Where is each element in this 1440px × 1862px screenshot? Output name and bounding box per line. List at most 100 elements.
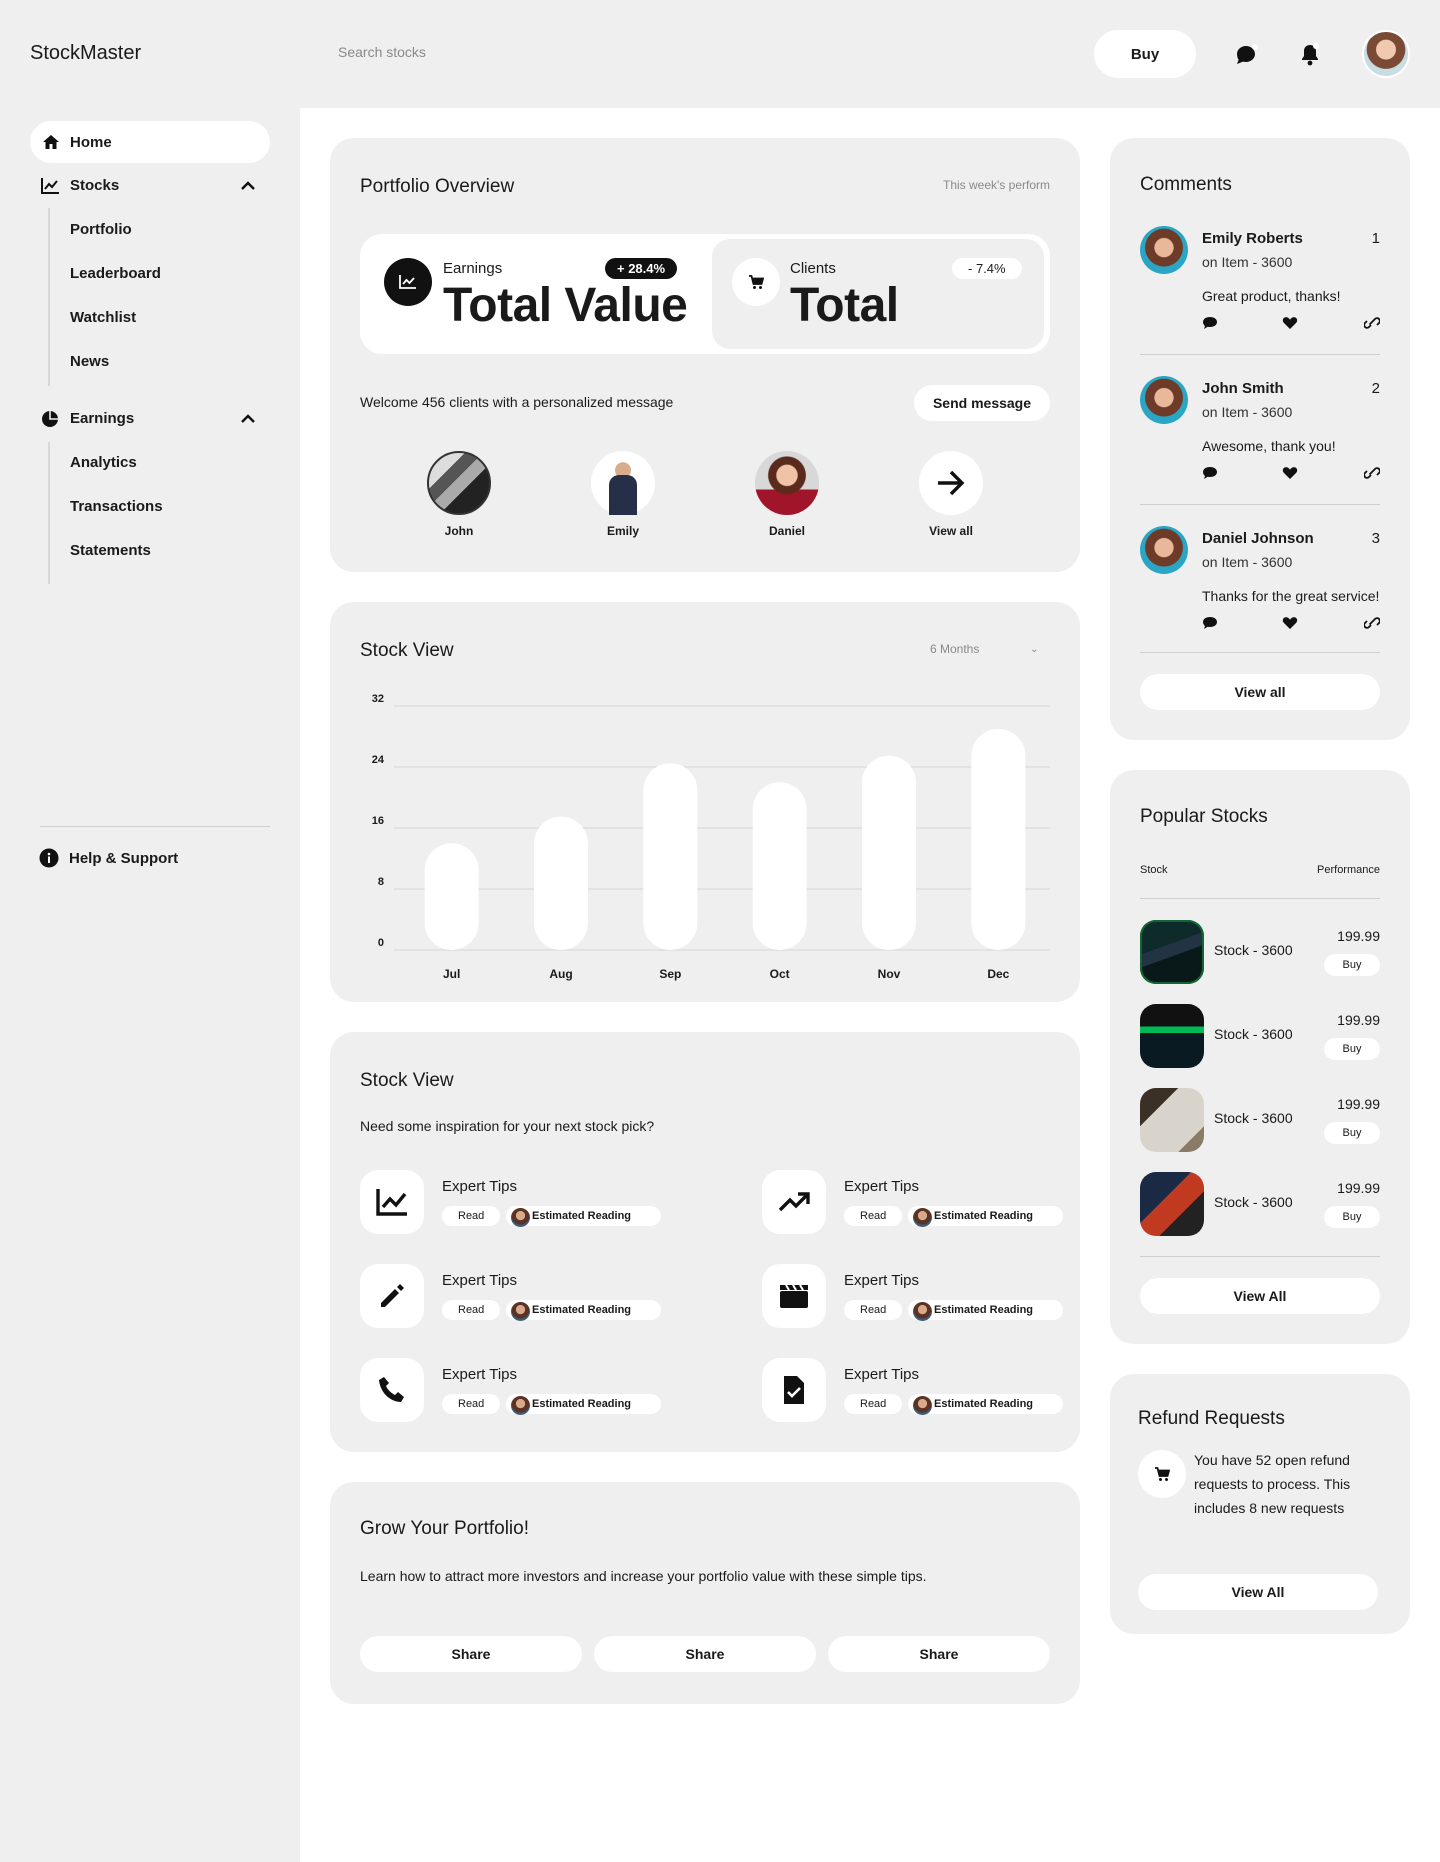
view-all-comments-button[interactable]: View all xyxy=(1140,674,1380,710)
table-divider xyxy=(1140,898,1380,899)
search-input[interactable] xyxy=(338,44,638,60)
client-daniel[interactable]: Daniel xyxy=(742,451,832,538)
commenter-name[interactable]: Emily Roberts xyxy=(1202,230,1303,247)
link-icon[interactable] xyxy=(1363,616,1381,635)
chat-icon[interactable] xyxy=(1233,42,1259,68)
comment-divider xyxy=(1140,652,1380,653)
read-tag[interactable]: Read xyxy=(442,1300,501,1320)
buy-button[interactable]: Buy xyxy=(1324,1206,1380,1228)
earnings-change-badge: + 28.4% xyxy=(605,258,678,279)
avatar xyxy=(511,1302,530,1321)
help-support-link[interactable]: Help & Support xyxy=(69,850,178,867)
card-title: Grow Your Portfolio! xyxy=(360,1518,529,1539)
link-icon[interactable] xyxy=(1363,316,1381,335)
stock-row[interactable]: Stock - 3600 199.99 Buy xyxy=(1140,1088,1380,1152)
range-select[interactable]: 6 Months xyxy=(930,642,979,656)
sidebar-item-portfolio[interactable]: Portfolio xyxy=(70,221,132,238)
client-john[interactable]: John xyxy=(414,451,504,538)
arrow-right-icon xyxy=(919,451,983,515)
commenter-name[interactable]: John Smith xyxy=(1202,380,1284,397)
heart-icon[interactable] xyxy=(1282,316,1298,335)
x-tick-label: Oct xyxy=(770,967,790,981)
client-emily[interactable]: Emily xyxy=(578,451,668,538)
buy-button[interactable]: Buy xyxy=(1324,954,1380,976)
share-button[interactable]: Share xyxy=(828,1636,1050,1672)
read-tag[interactable]: Read xyxy=(844,1394,903,1414)
chevron-up-icon[interactable] xyxy=(238,409,258,429)
avatar xyxy=(913,1396,932,1415)
comment-actions xyxy=(1202,466,1381,485)
tip-item[interactable]: Expert Tips Read Estimated Reading xyxy=(360,1264,662,1328)
stock-name: Stock - 3600 xyxy=(1214,942,1293,958)
brand-logo[interactable]: StockMaster xyxy=(30,42,141,65)
send-message-button[interactable]: Send message xyxy=(914,385,1050,421)
chevron-up-icon[interactable] xyxy=(238,176,258,196)
x-tick-label: Sep xyxy=(659,967,681,981)
stock-price: 199.99 xyxy=(1337,1096,1380,1112)
bar-chart: 0 8 16 24 32 Jul Aug Sep Oct Nov Dec xyxy=(372,693,1050,981)
comment-item-ref: on Item - 3600 xyxy=(1202,554,1293,570)
sidebar-item-home[interactable]: Home xyxy=(30,121,270,163)
tip-item[interactable]: Expert Tips Read Estimated Reading xyxy=(360,1358,662,1422)
read-tag[interactable]: Read xyxy=(844,1300,903,1320)
comment-actions xyxy=(1202,316,1381,335)
tip-title: Expert Tips xyxy=(442,1178,518,1195)
heart-icon[interactable] xyxy=(1282,466,1298,485)
avatar xyxy=(427,451,491,515)
y-tick-label: 16 xyxy=(372,815,384,827)
read-tag[interactable]: Read xyxy=(442,1394,501,1414)
view-all-label: View all xyxy=(929,524,973,538)
avatar xyxy=(1140,526,1188,574)
sidebar-item-statements[interactable]: Statements xyxy=(70,542,151,559)
chart-bar[interactable] xyxy=(643,763,698,950)
sidebar-item-transactions[interactable]: Transactions xyxy=(70,498,163,515)
chevron-down-icon[interactable]: ⌄ xyxy=(1030,644,1038,655)
reply-icon[interactable] xyxy=(1202,466,1218,485)
nav-tree-line xyxy=(48,208,50,386)
sidebar-item-news[interactable]: News xyxy=(70,353,109,370)
buy-button[interactable]: Buy xyxy=(1094,30,1196,78)
card-title: Popular Stocks xyxy=(1140,806,1268,827)
view-all-clients-button[interactable]: View all xyxy=(906,451,996,538)
read-tag[interactable]: Read xyxy=(442,1206,501,1226)
tip-item[interactable]: Expert Tips Read Estimated Reading xyxy=(762,1264,1064,1328)
read-tag[interactable]: Read xyxy=(844,1206,903,1226)
chart-bar[interactable] xyxy=(752,782,807,950)
x-tick-label: Dec xyxy=(987,967,1009,981)
card-title: Stock View xyxy=(360,1070,454,1091)
bell-icon[interactable] xyxy=(1297,42,1323,68)
phone-icon xyxy=(360,1358,424,1422)
card-title: Stock View xyxy=(360,640,454,661)
sidebar-item-watchlist[interactable]: Watchlist xyxy=(70,309,136,326)
client-name: John xyxy=(444,524,474,538)
buy-button[interactable]: Buy xyxy=(1324,1038,1380,1060)
tip-item[interactable]: Expert Tips Read Estimated Reading xyxy=(762,1170,1064,1234)
user-avatar[interactable] xyxy=(1362,30,1410,78)
reply-icon[interactable] xyxy=(1202,316,1218,335)
buy-button[interactable]: Buy xyxy=(1324,1122,1380,1144)
sidebar-item-stocks[interactable]: Stocks xyxy=(70,177,119,194)
chart-bar[interactable] xyxy=(971,728,1026,950)
stock-row[interactable]: Stock - 3600 199.99 Buy xyxy=(1140,920,1380,984)
sidebar-item-leaderboard[interactable]: Leaderboard xyxy=(70,265,161,282)
stock-row[interactable]: Stock - 3600 199.99 Buy xyxy=(1140,1172,1380,1236)
chart-bar[interactable] xyxy=(534,816,588,950)
share-button[interactable]: Share xyxy=(360,1636,582,1672)
view-all-stocks-button[interactable]: View All xyxy=(1140,1278,1380,1314)
tip-item[interactable]: Expert Tips Read Estimated Reading xyxy=(360,1170,662,1234)
tip-item[interactable]: Expert Tips Read Estimated Reading xyxy=(762,1358,1064,1422)
view-all-refunds-button[interactable]: View All xyxy=(1138,1574,1378,1610)
chart-bar[interactable] xyxy=(424,843,479,950)
chart-bar[interactable] xyxy=(862,755,916,950)
reply-icon[interactable] xyxy=(1202,616,1218,635)
share-button[interactable]: Share xyxy=(594,1636,816,1672)
stock-row[interactable]: Stock - 3600 199.99 Buy xyxy=(1140,1004,1380,1068)
sidebar-item-analytics[interactable]: Analytics xyxy=(70,454,137,471)
pencil-icon xyxy=(360,1264,424,1328)
y-tick-label: 8 xyxy=(378,876,384,888)
commenter-name[interactable]: Daniel Johnson xyxy=(1202,530,1314,547)
period-label[interactable]: This week's perform xyxy=(943,178,1050,192)
link-icon[interactable] xyxy=(1363,466,1381,485)
heart-icon[interactable] xyxy=(1282,616,1298,635)
sidebar-item-earnings[interactable]: Earnings xyxy=(70,410,134,427)
